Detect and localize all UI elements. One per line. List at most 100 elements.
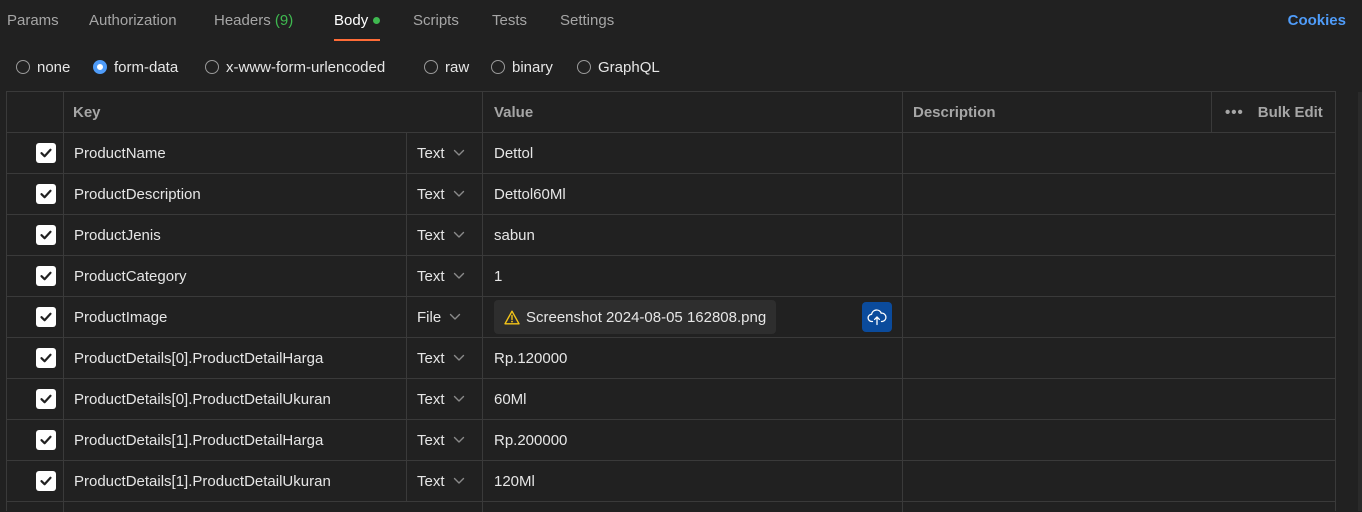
column-header-key: Key xyxy=(73,103,101,121)
chevron-down-icon xyxy=(453,149,464,156)
radio-graphql[interactable]: GraphQL xyxy=(577,50,660,84)
radio-circle[interactable] xyxy=(577,60,591,74)
table-row: ProductDetails[1].ProductDetailHarga Tex… xyxy=(7,420,1335,461)
tab-scripts[interactable]: Scripts xyxy=(413,0,459,42)
type-label: File xyxy=(417,308,442,326)
radio-form-data[interactable]: form-data xyxy=(93,50,178,84)
type-dropdown[interactable]: Text xyxy=(417,350,465,367)
tab-headers[interactable]: Headers (9) xyxy=(214,0,293,42)
more-horizontal-icon[interactable]: ••• xyxy=(1225,104,1244,121)
cookies-link[interactable]: Cookies xyxy=(1288,0,1346,42)
type-dropdown[interactable]: File xyxy=(417,309,461,326)
bulk-edit-button[interactable]: ••• Bulk Edit xyxy=(1225,92,1323,132)
type-dropdown[interactable]: Text xyxy=(417,473,465,490)
row-key[interactable]: ProductDetails[0].ProductDetailHarga xyxy=(74,338,404,378)
row-enabled-checkbox[interactable] xyxy=(36,143,56,163)
table-row: ProductCategory Text 1 xyxy=(7,256,1335,297)
type-dropdown[interactable]: Text xyxy=(417,391,465,408)
row-enabled-checkbox[interactable] xyxy=(36,225,56,245)
body-modified-dot xyxy=(373,16,381,24)
row-key[interactable]: ProductName xyxy=(74,133,404,173)
vertical-scrollbar[interactable] xyxy=(1358,92,1362,511)
file-name: Screenshot 2024-08-05 162808.png xyxy=(526,308,767,326)
row-enabled-checkbox[interactable] xyxy=(36,184,56,204)
row-value[interactable]: sabun xyxy=(494,215,894,255)
row-value[interactable]: Dettol xyxy=(494,133,894,173)
radio-binary[interactable]: binary xyxy=(491,50,553,84)
tab-body[interactable]: Body xyxy=(334,0,381,42)
row-key[interactable]: ProductDetails[1].ProductDetailUkuran xyxy=(74,461,404,501)
row-value[interactable]: Dettol60Ml xyxy=(494,174,894,214)
radio-circle[interactable] xyxy=(491,60,505,74)
warning-icon xyxy=(504,310,520,324)
row-key[interactable]: ProductCategory xyxy=(74,256,404,296)
type-dropdown[interactable]: Text xyxy=(417,432,465,449)
row-key[interactable]: ProductJenis xyxy=(74,215,404,255)
row-key[interactable]: ProductDetails[0].ProductDetailUkuran xyxy=(74,379,404,419)
table-row: ProductDetails[1].ProductDetailUkuran Te… xyxy=(7,461,1335,502)
check-icon xyxy=(40,271,52,281)
headers-count-badge: (9) xyxy=(274,12,294,29)
check-icon xyxy=(40,394,52,404)
radio-raw[interactable]: raw xyxy=(424,50,469,84)
check-icon xyxy=(40,230,52,240)
radio-none[interactable]: none xyxy=(16,50,70,84)
check-icon xyxy=(40,312,52,322)
chevron-down-icon xyxy=(449,313,461,320)
row-value[interactable]: Rp.200000 xyxy=(494,420,894,460)
tab-tests[interactable]: Tests xyxy=(492,0,527,42)
type-dropdown[interactable]: Text xyxy=(417,268,465,285)
chevron-down-icon xyxy=(453,436,464,443)
row-value[interactable]: 120Ml xyxy=(494,461,894,501)
table-row: ProductJenis Text sabun xyxy=(7,215,1335,256)
table-row: ProductDetails[0].ProductDetailHarga Tex… xyxy=(7,338,1335,379)
row-key[interactable]: ProductImage xyxy=(74,297,404,337)
file-chip[interactable]: Screenshot 2024-08-05 162808.png xyxy=(494,300,777,334)
chevron-down-icon xyxy=(453,477,464,484)
radio-circle[interactable] xyxy=(424,60,438,74)
tab-authorization[interactable]: Authorization xyxy=(89,0,177,42)
tab-params[interactable]: Params xyxy=(7,0,59,42)
type-dropdown[interactable]: Text xyxy=(417,186,465,203)
type-dropdown[interactable]: Text xyxy=(417,145,465,162)
chevron-down-icon xyxy=(453,272,464,279)
type-dropdown[interactable]: Text xyxy=(417,227,465,244)
row-enabled-checkbox[interactable] xyxy=(36,266,56,286)
check-icon xyxy=(40,148,52,158)
row-enabled-checkbox[interactable] xyxy=(36,471,56,491)
row-enabled-checkbox[interactable] xyxy=(36,430,56,450)
type-label: Text xyxy=(417,226,445,244)
upload-file-button[interactable] xyxy=(862,302,892,332)
chevron-down-icon xyxy=(453,354,464,361)
row-enabled-checkbox[interactable] xyxy=(36,348,56,368)
row-key[interactable]: ProductDescription xyxy=(74,174,404,214)
table-row: ProductImage File Screenshot 2024-08-05 … xyxy=(7,297,1335,338)
tab-settings[interactable]: Settings xyxy=(560,0,614,42)
check-icon xyxy=(40,189,52,199)
chevron-down-icon xyxy=(453,190,464,197)
type-label: Text xyxy=(417,185,445,203)
radio-x-www-form-urlencoded[interactable]: x-www-form-urlencoded xyxy=(205,50,385,84)
row-value[interactable]: Rp.120000 xyxy=(494,338,894,378)
row-enabled-checkbox[interactable] xyxy=(36,307,56,327)
row-key[interactable]: ProductDetails[1].ProductDetailHarga xyxy=(74,420,404,460)
type-label: Text xyxy=(417,144,445,162)
table-row: ProductDescription Text Dettol60Ml xyxy=(7,174,1335,215)
form-data-table: Key Value Description ••• Bulk Edit Prod… xyxy=(6,91,1336,512)
row-value[interactable]: 60Ml xyxy=(494,379,894,419)
body-type-radio-group: none form-data x-www-form-urlencoded raw… xyxy=(0,50,1362,84)
radio-circle-selected[interactable] xyxy=(93,60,107,74)
table-row: ProductName Text Dettol xyxy=(7,133,1335,174)
chevron-down-icon xyxy=(453,231,464,238)
row-enabled-checkbox[interactable] xyxy=(36,389,56,409)
type-label: Text xyxy=(417,472,445,490)
radio-circle[interactable] xyxy=(205,60,219,74)
type-label: Text xyxy=(417,267,445,285)
check-icon xyxy=(40,476,52,486)
column-header-description: Description xyxy=(913,103,996,121)
cloud-upload-icon xyxy=(867,309,887,326)
row-file-value[interactable]: Screenshot 2024-08-05 162808.png xyxy=(494,297,894,337)
row-value[interactable]: 1 xyxy=(494,256,894,296)
radio-circle[interactable] xyxy=(16,60,30,74)
request-tabs: Params Authorization Headers (9) Body Sc… xyxy=(0,0,1362,42)
